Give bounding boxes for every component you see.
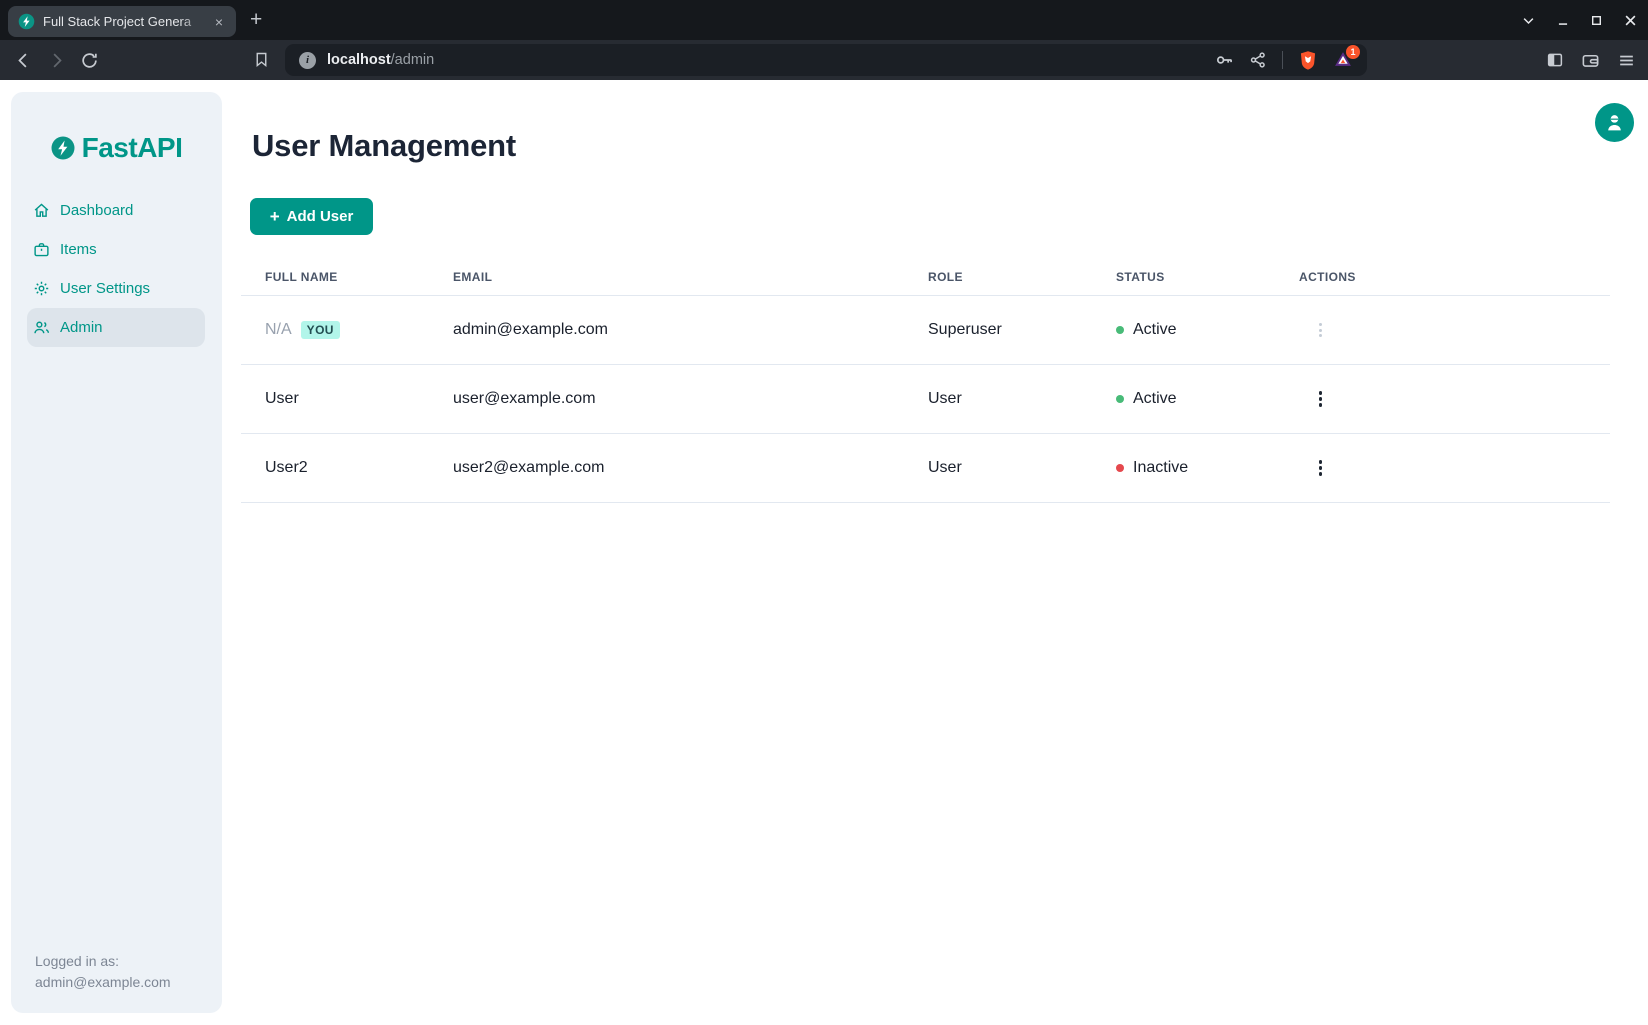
bookmark-icon[interactable]	[253, 50, 270, 69]
fastapi-lightning-icon	[51, 136, 75, 160]
status-dot	[1116, 464, 1124, 472]
home-icon	[33, 202, 50, 219]
cell-actions	[1275, 317, 1610, 343]
briefcase-icon	[33, 241, 50, 258]
brave-shield-icon[interactable]	[1298, 49, 1318, 71]
cell-role: Superuser	[904, 321, 1092, 339]
sidebar-item-admin[interactable]: Admin	[27, 308, 205, 347]
url-bar[interactable]: i localhost/admin 1	[285, 44, 1367, 76]
sidebar-item-label: User Settings	[60, 280, 150, 297]
back-icon[interactable]	[14, 51, 33, 70]
cell-actions	[1275, 454, 1610, 481]
share-icon[interactable]	[1249, 51, 1267, 69]
users-icon	[33, 319, 50, 336]
header-full-name: FULL NAME	[241, 270, 429, 284]
plus-icon: +	[270, 208, 280, 225]
forward-icon[interactable]	[47, 51, 66, 70]
sidebar: FastAPI Dashboard Items User Settings A	[11, 92, 222, 1013]
row-actions-kebab-icon[interactable]	[1311, 317, 1330, 343]
header-actions: ACTIONS	[1275, 270, 1610, 284]
user-menu-button[interactable]	[1595, 103, 1634, 142]
sidebar-nav: Dashboard Items User Settings Admin	[11, 191, 222, 347]
status-dot	[1116, 395, 1124, 403]
cell-full-name: N/A YOU	[241, 321, 429, 339]
browser-tab[interactable]: Full Stack Project Genera ×	[8, 6, 236, 37]
cell-actions	[1275, 385, 1610, 412]
you-badge: YOU	[301, 321, 340, 339]
page-content: FastAPI Dashboard Items User Settings A	[0, 80, 1648, 1025]
row-actions-kebab-icon[interactable]	[1311, 454, 1330, 481]
reload-icon[interactable]	[80, 51, 99, 70]
key-icon[interactable]	[1214, 50, 1234, 70]
menu-hamburger-icon[interactable]	[1617, 51, 1636, 70]
page-title: User Management	[252, 128, 516, 164]
table-row: User2 user2@example.com User Inactive	[241, 434, 1610, 503]
new-tab-icon[interactable]: +	[250, 9, 262, 31]
header-role: ROLE	[904, 270, 1092, 284]
users-table: FULL NAME EMAIL ROLE STATUS ACTIONS N/A …	[241, 258, 1610, 503]
header-email: EMAIL	[429, 270, 904, 284]
add-user-label: Add User	[287, 208, 354, 225]
sidebar-item-label: Items	[60, 241, 97, 258]
logged-in-email: admin@example.com	[35, 972, 171, 993]
sidebar-item-label: Admin	[60, 319, 103, 336]
cell-email: user@example.com	[429, 390, 904, 408]
url-host: localhost	[327, 52, 391, 68]
status-dot	[1116, 326, 1124, 334]
sidebar-item-dashboard[interactable]: Dashboard	[27, 191, 205, 230]
chevron-down-icon[interactable]	[1521, 13, 1536, 28]
sidebar-item-items[interactable]: Items	[27, 230, 205, 269]
table-header-row: FULL NAME EMAIL ROLE STATUS ACTIONS	[241, 258, 1610, 296]
wallet-icon[interactable]	[1581, 51, 1600, 70]
cell-role: User	[904, 459, 1092, 477]
tab-strip: Full Stack Project Genera × +	[0, 0, 1648, 40]
cell-status: Active	[1092, 321, 1275, 339]
cell-status: Active	[1092, 390, 1275, 408]
browser-toolbar: i localhost/admin 1	[0, 40, 1648, 80]
close-window-icon[interactable]	[1623, 13, 1638, 28]
user-avatar-icon	[1604, 112, 1625, 133]
favicon-lightning-icon	[18, 13, 35, 30]
cell-role: User	[904, 390, 1092, 408]
url-text[interactable]: localhost/admin	[327, 52, 1214, 68]
cell-email: admin@example.com	[429, 321, 904, 339]
minimize-icon[interactable]	[1556, 13, 1570, 27]
tab-title: Full Stack Project Genera	[43, 14, 210, 29]
sidebar-item-label: Dashboard	[60, 202, 133, 219]
url-path: /admin	[391, 52, 435, 68]
logged-in-label: Logged in as:	[35, 951, 171, 972]
gear-icon	[33, 280, 50, 297]
logged-in-info: Logged in as: admin@example.com	[35, 951, 171, 993]
cell-full-name: User	[241, 390, 429, 408]
logo-text: FastAPI	[82, 132, 183, 164]
browser-window: Full Stack Project Genera × + i localhos…	[0, 0, 1648, 1025]
table-row: N/A YOU admin@example.com Superuser Acti…	[241, 296, 1610, 365]
header-status: STATUS	[1092, 270, 1275, 284]
fastapi-logo: FastAPI	[11, 132, 222, 164]
toolbar-divider	[1282, 51, 1283, 69]
cell-email: user2@example.com	[429, 459, 904, 477]
rewards-badge: 1	[1346, 45, 1360, 59]
sidebar-item-user-settings[interactable]: User Settings	[27, 269, 205, 308]
table-row: User user@example.com User Active	[241, 365, 1610, 434]
tab-close-icon[interactable]: ×	[210, 13, 228, 31]
maximize-icon[interactable]	[1590, 14, 1603, 27]
site-info-icon[interactable]: i	[299, 52, 316, 69]
cell-status: Inactive	[1092, 459, 1275, 477]
sidebar-toggle-icon[interactable]	[1546, 51, 1564, 69]
add-user-button[interactable]: + Add User	[250, 198, 373, 235]
cell-full-name: User2	[241, 459, 429, 477]
row-actions-kebab-icon[interactable]	[1311, 385, 1330, 412]
